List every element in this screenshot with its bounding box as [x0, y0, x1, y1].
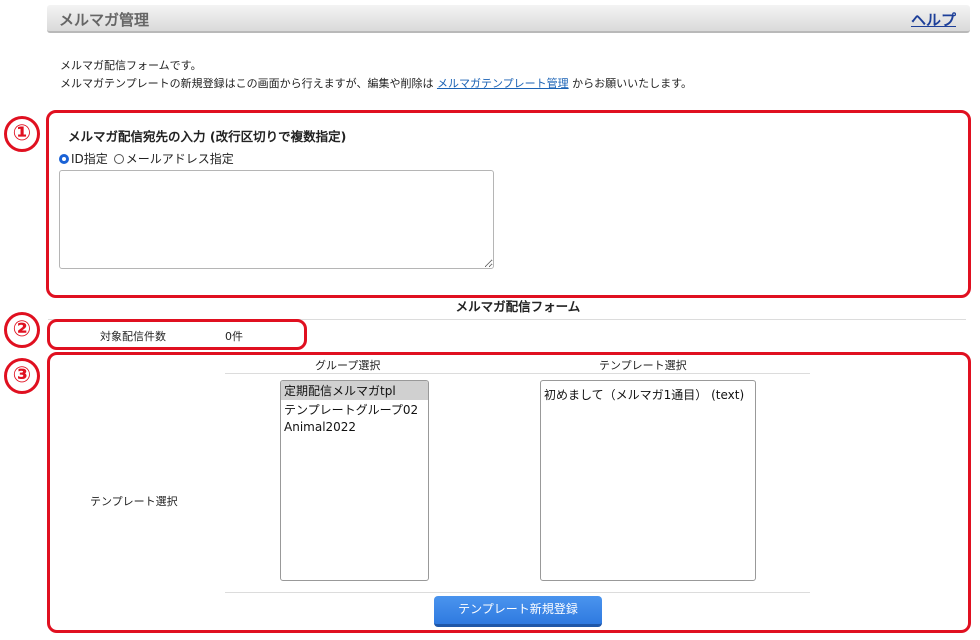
template-section [47, 352, 971, 633]
count-value: 0件 [225, 330, 243, 343]
marker-1: ① [4, 116, 40, 152]
page-title: メルマガ管理 [59, 11, 150, 29]
template-option[interactable]: 初めまして（メルマガ1通目） (text) [541, 381, 755, 404]
template-management-link[interactable]: メルマガテンプレート管理 [437, 77, 569, 90]
help-link[interactable]: ヘルプ [911, 9, 956, 30]
marker-2: ② [4, 312, 40, 348]
template-select-header: テンプレート選択 [599, 359, 687, 372]
intro-line-2: メルマガテンプレートの新規登録はこの画面から行えますが、編集や削除は メルマガテ… [60, 75, 692, 91]
radio-email[interactable] [113, 153, 124, 164]
template-footer-divider [225, 592, 810, 593]
count-label: 対象配信件数 [100, 330, 166, 343]
radio-id[interactable] [59, 153, 69, 164]
page-header: メルマガ管理 ヘルプ [47, 5, 970, 33]
group-option[interactable]: テンプレートグループ02 [281, 400, 428, 419]
group-option[interactable]: 定期配信メルマガtpl [281, 381, 428, 400]
radio-id-label: ID指定 [71, 152, 108, 166]
template-listbox[interactable]: 初めまして（メルマガ1通目） (text) [540, 380, 756, 581]
template-row-label: テンプレート選択 [90, 495, 178, 508]
marker-3: ③ [4, 358, 40, 394]
form-title: メルマガ配信フォーム [455, 299, 581, 314]
radio-email-label: メールアドレス指定 [125, 152, 234, 166]
intro-line-2-suffix: からお願いいたします。 [572, 77, 693, 90]
template-header-divider [225, 373, 810, 374]
group-listbox[interactable]: 定期配信メルマガtpl テンプレートグループ02 Animal2022 [280, 380, 429, 581]
recipients-title: メルマガ配信宛先の入力 (改行区切りで複数指定) [68, 129, 347, 144]
count-section [47, 319, 307, 350]
recipient-type-radios: ID指定 メールアドレス指定 [59, 150, 234, 167]
group-select-header: グループ選択 [315, 359, 381, 372]
register-template-button[interactable]: テンプレート新規登録 [434, 596, 602, 627]
intro-line-1: メルマガ配信フォームです。 [60, 59, 202, 72]
group-option[interactable]: Animal2022 [281, 419, 428, 435]
recipients-textarea[interactable] [59, 170, 494, 269]
intro-line-2-prefix: メルマガテンプレートの新規登録はこの画面から行えますが、編集や削除は [60, 77, 434, 90]
